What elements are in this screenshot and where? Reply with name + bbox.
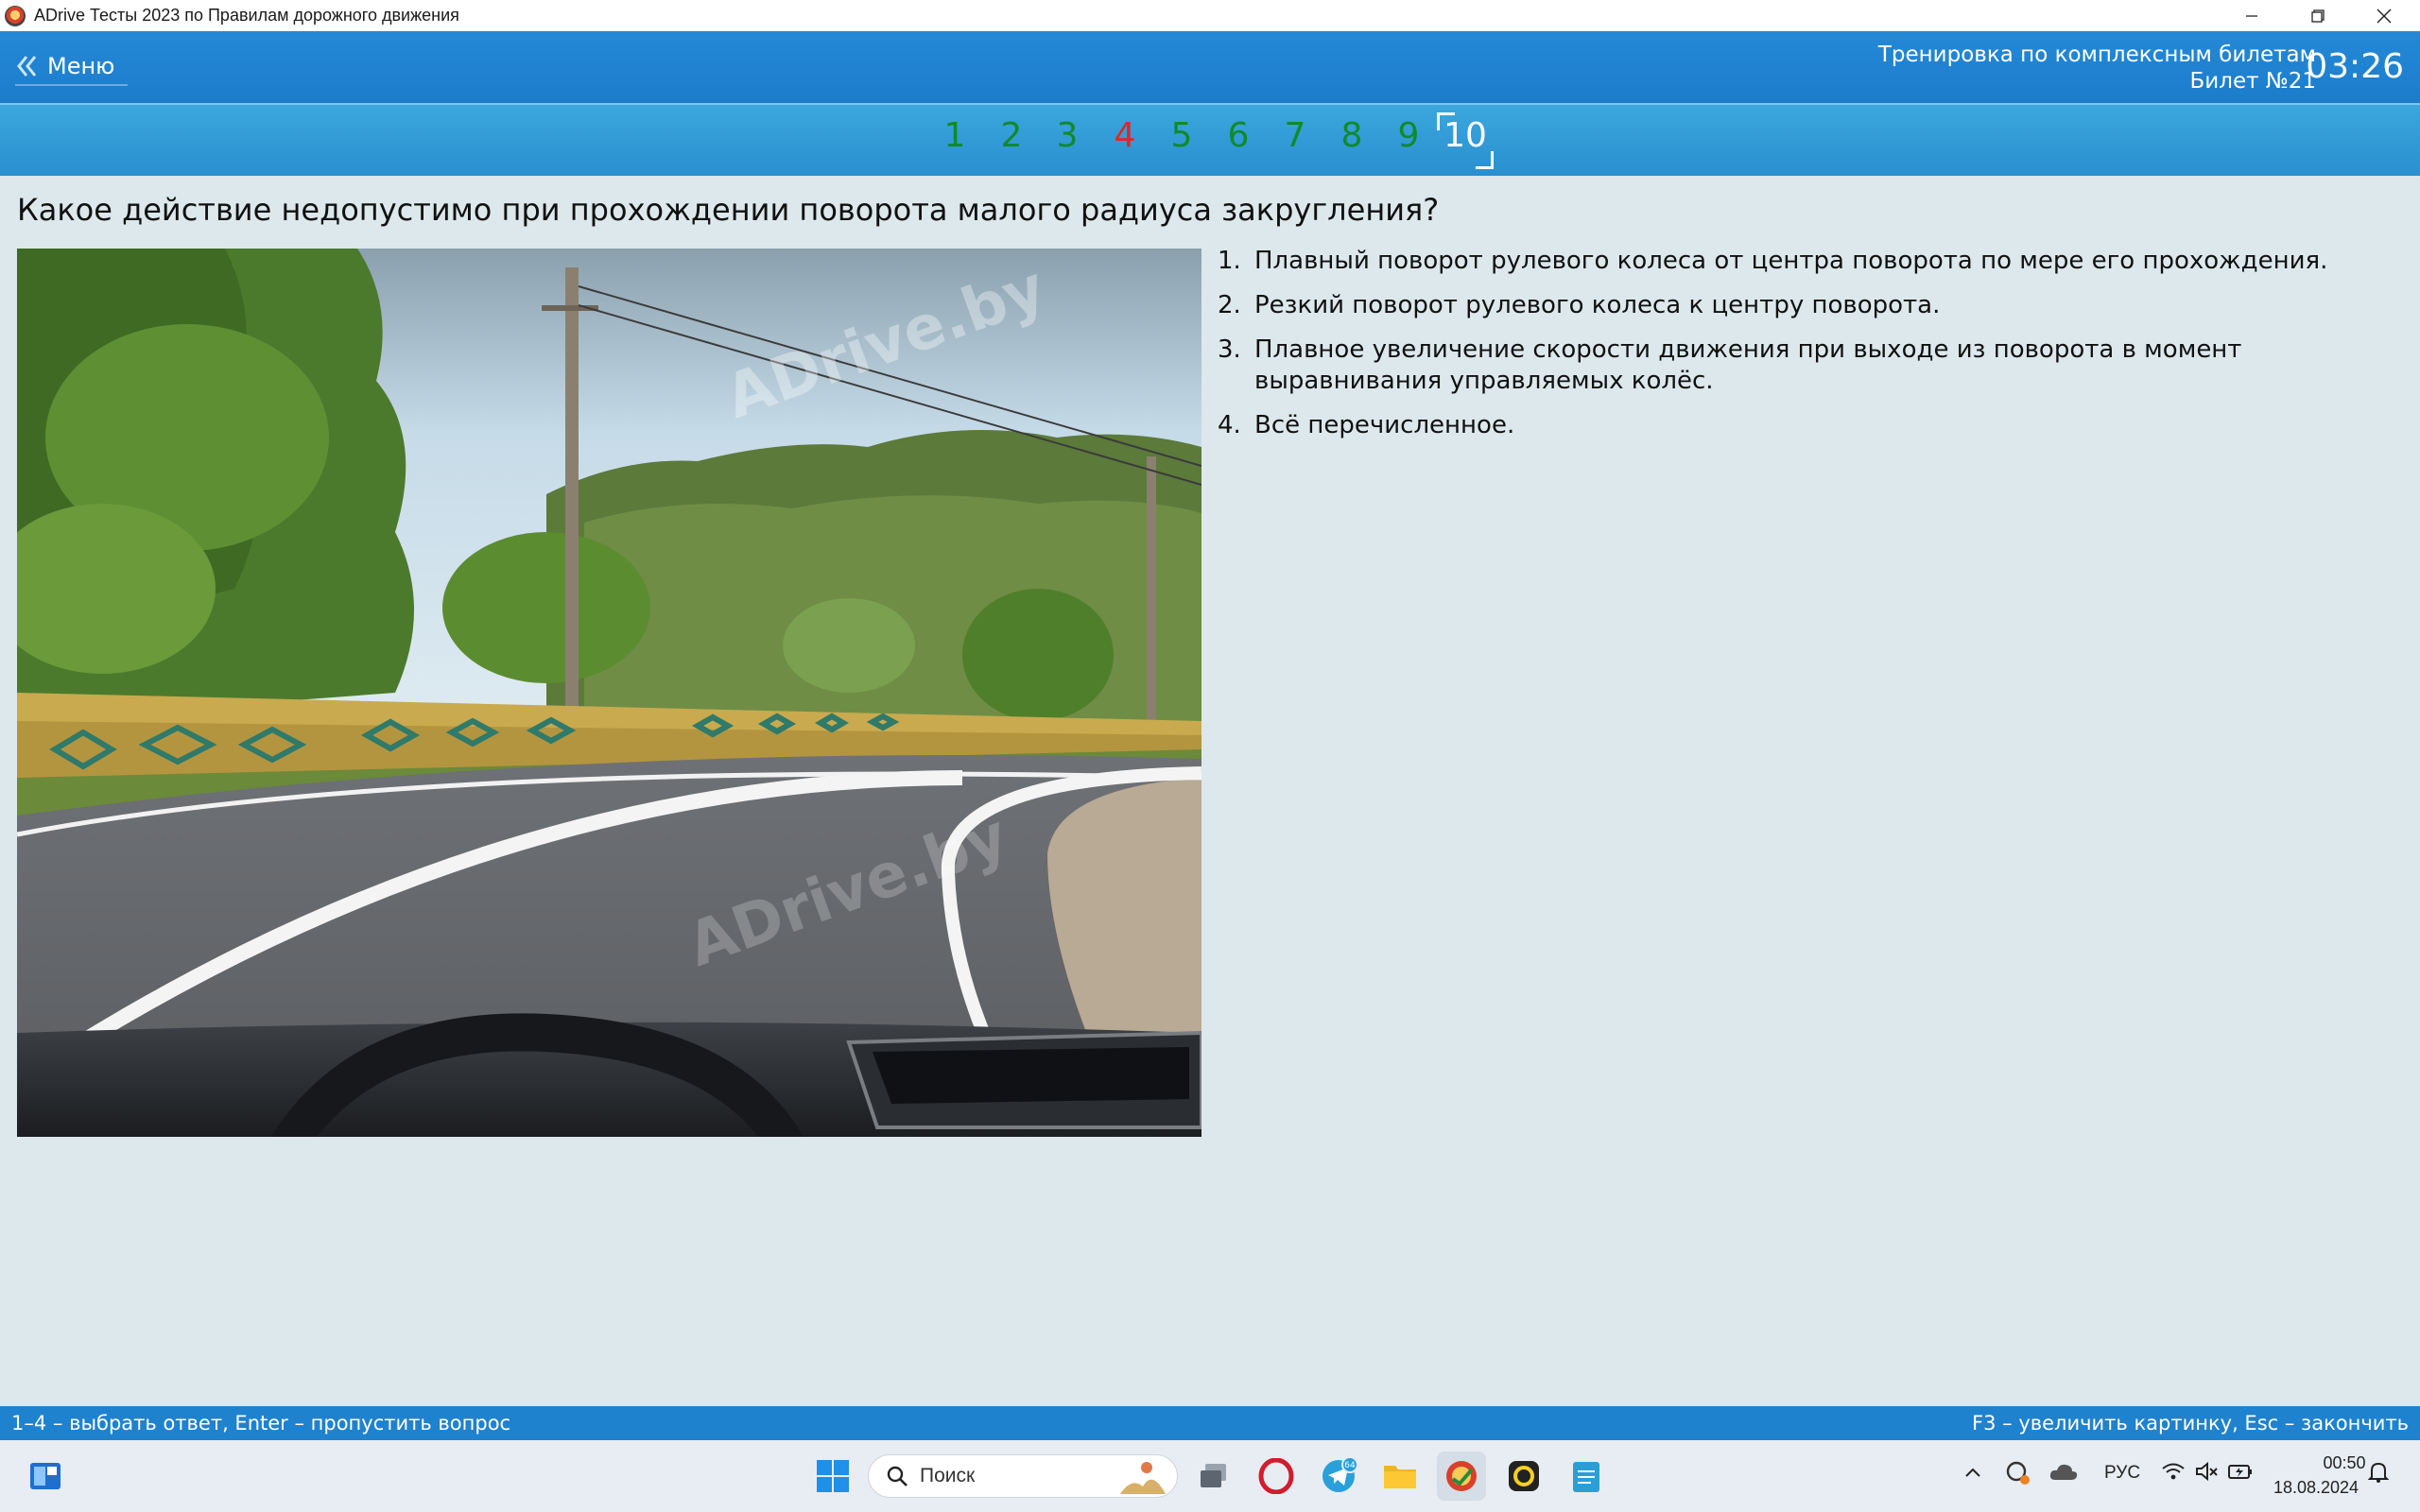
tray-overflow-button[interactable] xyxy=(1964,1463,1981,1484)
taskbar-app-telegram[interactable]: 64 xyxy=(1314,1452,1363,1501)
answer-text: Всё перечисленное. xyxy=(1254,411,1515,439)
clock-date[interactable]: 18.08.2024 xyxy=(2269,1478,2363,1498)
volume-muted-icon xyxy=(2196,1461,2218,1482)
question-nav: 1 2 3 4 5 6 7 8 9 10 xyxy=(0,103,2420,176)
window-titlebar: ADrive Тесты 2023 по Правилам дорожного … xyxy=(0,0,2420,31)
chevron-up-icon xyxy=(1965,1468,1980,1477)
sync-icon xyxy=(2006,1461,2030,1485)
mode-title: Тренировка по комплексным билетам xyxy=(1877,43,2316,67)
double-chevron-left-icon xyxy=(17,56,37,77)
answer-text: Плавный поворот рулевого колеса от центр… xyxy=(1254,247,2328,275)
question-nav-item-6[interactable]: 6 xyxy=(1215,116,1262,155)
answer-option-1[interactable]: 1. Плавный поворот рулевого колеса от це… xyxy=(1218,246,2390,277)
question-nav-item-5[interactable]: 5 xyxy=(1158,116,1205,155)
tray-sync-button[interactable] xyxy=(2004,1459,2031,1491)
search-placeholder: Поиск xyxy=(920,1465,976,1486)
answer-text: Резкий поворот рулевого колеса к центру … xyxy=(1254,291,1941,319)
notepad-icon xyxy=(1573,1462,1599,1492)
menu-label: Меню xyxy=(47,53,115,79)
search-icon xyxy=(887,1466,908,1486)
taskbar-app-adrive[interactable] xyxy=(1437,1452,1486,1501)
answer-number: 2. xyxy=(1218,291,1241,319)
question-nav-item-3[interactable]: 3 xyxy=(1044,116,1091,155)
tray-volume-button[interactable] xyxy=(2195,1461,2220,1487)
telegram-icon: 64 xyxy=(1322,1457,1357,1492)
answer-number: 1. xyxy=(1218,247,1241,275)
task-view-icon xyxy=(1201,1464,1226,1487)
window-title: ADrive Тесты 2023 по Правилам дорожного … xyxy=(34,6,459,25)
battery-charging-icon xyxy=(2228,1465,2252,1479)
taskbar-app-explorer[interactable] xyxy=(1375,1452,1425,1501)
bell-icon xyxy=(2367,1462,2390,1483)
taskbar: Поиск 64 РУС 00:50 18.08.2024 xyxy=(0,1440,2420,1512)
timer: 03:26 xyxy=(2306,47,2404,86)
close-icon xyxy=(2377,9,2392,23)
close-button[interactable] xyxy=(2351,0,2417,31)
question-nav-item-7[interactable]: 7 xyxy=(1271,116,1319,155)
telegram-badge: 64 xyxy=(1344,1461,1356,1470)
mode-info: Тренировка по комплексным билетам Билет … xyxy=(1878,42,2316,94)
windows-icon xyxy=(817,1460,849,1492)
tray-onedrive-button[interactable] xyxy=(2049,1461,2078,1487)
tray-battery-button[interactable] xyxy=(2227,1461,2254,1487)
hint-bar: 1–4 – выбрать ответ, Enter – пропустить … xyxy=(0,1406,2420,1440)
restore-icon xyxy=(2311,9,2325,23)
language-indicator[interactable]: РУС xyxy=(2104,1463,2140,1484)
answer-option-3[interactable]: 3. Плавное увеличение скорости движения … xyxy=(1218,335,2390,397)
notifications-button[interactable] xyxy=(2367,1461,2390,1489)
tray-wifi-button[interactable] xyxy=(2161,1461,2186,1487)
taskbar-app-opera[interactable] xyxy=(1252,1452,1301,1501)
question-image[interactable]: ADrive.by ADrive.by xyxy=(17,249,1201,1137)
hint-right: F3 – увеличить картинку, Esc – закончить xyxy=(1972,1412,2409,1435)
opera-icon xyxy=(1258,1458,1294,1494)
start-button[interactable] xyxy=(808,1452,857,1501)
widgets-button[interactable] xyxy=(21,1452,70,1501)
search-highlight-icon xyxy=(1120,1462,1166,1494)
minimize-button[interactable] xyxy=(2219,0,2285,31)
adrive-icon xyxy=(1446,1461,1477,1491)
cloud-icon xyxy=(2049,1464,2078,1480)
restore-button[interactable] xyxy=(2285,0,2351,31)
answers-list: 1. Плавный поворот рулевого колеса от це… xyxy=(1218,246,2390,455)
taskbar-search[interactable]: Поиск xyxy=(868,1454,1178,1498)
answer-text: Плавное увеличение скорости движения при… xyxy=(1254,335,2242,395)
answer-option-4[interactable]: 4. Всё перечисленное. xyxy=(1218,410,2390,441)
question-text: Какое действие недопустимо при прохожден… xyxy=(17,192,1440,228)
taskbar-app-notepad[interactable] xyxy=(1562,1452,1611,1501)
app-header: Меню Тренировка по комплексным билетам Б… xyxy=(0,31,2420,103)
hint-left: 1–4 – выбрать ответ, Enter – пропустить … xyxy=(11,1412,511,1435)
question-nav-item-4[interactable]: 4 xyxy=(1101,116,1149,155)
question-nav-item-1[interactable]: 1 xyxy=(931,116,978,155)
minimize-icon xyxy=(2246,14,2257,17)
ticket-number: Билет №21 xyxy=(2189,69,2316,94)
answer-number: 4. xyxy=(1218,411,1241,439)
sync-app-icon xyxy=(1509,1461,1539,1491)
question-nav-item-8[interactable]: 8 xyxy=(1328,116,1375,155)
wifi-icon xyxy=(2162,1463,2185,1480)
widgets-icon xyxy=(30,1463,60,1489)
answer-option-2[interactable]: 2. Резкий поворот рулевого колеса к цент… xyxy=(1218,290,2390,321)
task-view-button[interactable] xyxy=(1189,1452,1238,1501)
question-nav-item-9[interactable]: 9 xyxy=(1385,116,1432,155)
folder-icon xyxy=(1384,1466,1416,1488)
app-icon xyxy=(5,5,26,26)
answer-number: 3. xyxy=(1218,335,1241,364)
taskbar-app-sync[interactable] xyxy=(1499,1452,1548,1501)
question-nav-item-10[interactable]: 10 xyxy=(1442,116,1489,155)
question-nav-item-2[interactable]: 2 xyxy=(988,116,1035,155)
menu-button[interactable]: Меню xyxy=(15,48,129,86)
